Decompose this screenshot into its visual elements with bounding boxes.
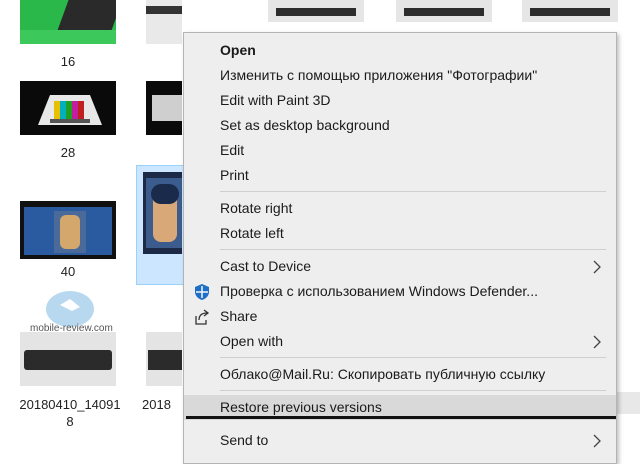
thumbnail-16[interactable] <box>20 0 116 44</box>
menu-item-label: Open with <box>220 333 284 349</box>
thumbnail-18[interactable] <box>268 0 364 22</box>
menu-item-edit[interactable]: Edit <box>184 138 616 163</box>
chevron-right-icon <box>593 434 601 448</box>
menu-item-print[interactable]: Print <box>184 163 616 188</box>
menu-item-label: Edit <box>220 142 245 158</box>
file-label-40: 40 <box>60 264 76 279</box>
file-label-2018: 2018 <box>142 397 171 412</box>
menu-item-label: Send to <box>220 432 269 448</box>
share-icon <box>195 309 210 325</box>
menu-item-label: Share <box>220 308 258 324</box>
thumbnail-28[interactable] <box>20 81 116 135</box>
menu-item-send-to[interactable]: Send to <box>184 428 616 453</box>
chevron-right-icon <box>593 260 601 274</box>
menu-item-label: Cast to Device <box>220 258 312 274</box>
file-label-20180410-line1: 20180410_14091 <box>19 397 121 412</box>
file-label-16: 16 <box>60 54 76 69</box>
menu-item-label: Edit with Paint 3D <box>220 92 331 108</box>
context-menu: Open Изменить с помощью приложения "Фото… <box>183 32 617 464</box>
thumbnail-2018-next[interactable] <box>146 332 182 386</box>
menu-item-share[interactable]: Share <box>184 304 616 329</box>
menu-item-rotate-left[interactable]: Rotate left <box>184 221 616 246</box>
menu-separator <box>220 191 606 192</box>
thumbnail-selected[interactable] <box>143 172 182 254</box>
menu-item-open-with[interactable]: Open with <box>184 329 616 354</box>
menu-item-label: Проверка с использованием Windows Defend… <box>220 283 538 299</box>
menu-separator <box>220 357 606 358</box>
menu-item-label: Облако@Mail.Ru: Скопировать публичную сс… <box>220 366 546 382</box>
file-label-20180410-line2: 8 <box>66 414 74 429</box>
thumbnail-29[interactable] <box>146 81 182 135</box>
thumbnail-20180410-140918[interactable] <box>20 332 116 386</box>
menu-item-cast-to-device[interactable]: Cast to Device <box>184 254 616 279</box>
underline-annotation <box>186 416 616 419</box>
file-label-28: 28 <box>60 145 76 160</box>
menu-separator <box>220 390 606 391</box>
thumbnail-17[interactable] <box>146 0 182 44</box>
menu-item-edit-with-paint-3d[interactable]: Edit with Paint 3D <box>184 88 616 113</box>
menu-item-label: Print <box>220 167 249 183</box>
menu-item-label: Rotate left <box>220 225 284 241</box>
menu-item-label: Set as desktop background <box>220 117 390 133</box>
chevron-right-icon <box>593 335 601 349</box>
menu-item-set-desktop-background[interactable]: Set as desktop background <box>184 113 616 138</box>
menu-separator <box>220 249 606 250</box>
menu-item-cloud-mail-copy-link[interactable]: Облако@Mail.Ru: Скопировать публичную сс… <box>184 362 616 387</box>
menu-item-label: Изменить с помощью приложения "Фотографи… <box>220 67 538 83</box>
menu-item-rotate-right[interactable]: Rotate right <box>184 196 616 221</box>
menu-item-edit-with-photos[interactable]: Изменить с помощью приложения "Фотографи… <box>184 63 616 88</box>
menu-item-label: Rotate right <box>220 200 293 216</box>
thumbnail-bottom-right[interactable] <box>616 392 640 414</box>
thumbnail-40[interactable] <box>20 201 116 259</box>
menu-item-windows-defender-scan[interactable]: Проверка с использованием Windows Defend… <box>184 279 616 304</box>
thumbnail-20[interactable] <box>522 0 618 22</box>
thumbnail-19[interactable] <box>396 0 492 22</box>
menu-item-open[interactable]: Open <box>184 38 616 63</box>
windows-defender-icon <box>195 284 209 300</box>
menu-item-label: Open <box>220 42 256 58</box>
